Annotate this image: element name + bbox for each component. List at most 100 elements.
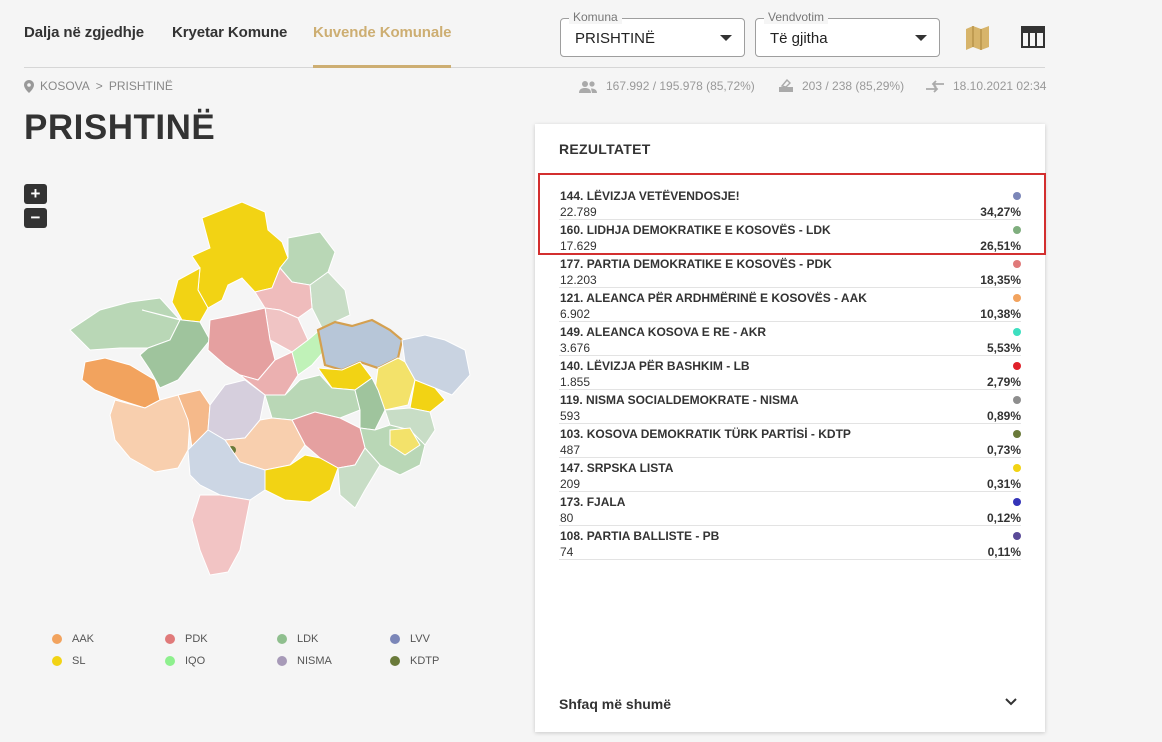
party-name: 103. KOSOVA DEMOKRATIK TÜRK PARTİSİ - KD… bbox=[560, 427, 851, 441]
party-color-dot bbox=[1013, 532, 1021, 540]
legend-item-aak: AAK bbox=[52, 633, 94, 645]
legend-dot bbox=[277, 634, 287, 644]
legend-dot bbox=[390, 656, 400, 666]
party-color-dot bbox=[1013, 430, 1021, 438]
party-votes: 80 bbox=[560, 511, 574, 525]
party-votes: 74 bbox=[560, 545, 574, 559]
party-color-dot bbox=[1013, 328, 1021, 336]
breadcrumb-separator: > bbox=[95, 79, 103, 93]
komuna-select[interactable]: Komuna PRISHTINË bbox=[560, 10, 745, 57]
breadcrumb-city: PRISHTINË bbox=[108, 79, 173, 93]
zoom-in-button[interactable]: + bbox=[24, 184, 47, 204]
people-icon bbox=[579, 80, 597, 93]
party-percent: 2,79% bbox=[986, 375, 1021, 389]
result-row[interactable]: 149. ALEANCA KOSOVA E RE - AKR 3.676 5,53% bbox=[559, 322, 1021, 356]
legend-label: PDK bbox=[185, 633, 208, 645]
stations-stat-value: 203 / 238 (85,29%) bbox=[802, 79, 905, 93]
party-votes: 487 bbox=[560, 443, 581, 457]
party-name: 108. PARTIA BALLISTE - PB bbox=[560, 529, 720, 543]
updated-stat: 18.10.2021 02:34 bbox=[925, 79, 1046, 93]
tab-mayor[interactable]: Kryetar Komune bbox=[172, 24, 287, 41]
map-icon bbox=[966, 26, 989, 50]
party-name: 177. PARTIA DEMOKRATIKE E KOSOVËS - PDK bbox=[560, 257, 832, 271]
map-region[interactable] bbox=[207, 307, 276, 381]
vendvotim-select-label: Vendvotim bbox=[764, 10, 829, 24]
result-row[interactable]: 108. PARTIA BALLISTE - PB 74 0,11% bbox=[559, 526, 1021, 560]
caret-down-icon bbox=[720, 35, 732, 41]
page-title: PRISHTINË bbox=[24, 108, 216, 147]
party-percent: 10,38% bbox=[980, 307, 1021, 321]
voters-stat-value: 167.992 / 195.978 (85,72%) bbox=[606, 79, 755, 93]
party-percent: 5,53% bbox=[986, 341, 1021, 355]
party-percent: 0,31% bbox=[986, 477, 1021, 491]
legend-dot bbox=[390, 634, 400, 644]
legend-dot bbox=[277, 656, 287, 666]
vendvotim-select-value: Të gjitha bbox=[770, 30, 828, 47]
party-name: 149. ALEANCA KOSOVA E RE - AKR bbox=[560, 325, 767, 339]
result-row[interactable]: 177. PARTIA DEMOKRATIKE E KOSOVËS - PDK 1… bbox=[559, 254, 1021, 288]
map-view-button[interactable] bbox=[964, 24, 992, 52]
ballot-box-icon bbox=[779, 79, 793, 92]
zoom-out-button[interactable]: − bbox=[24, 208, 47, 228]
party-percent: 0,73% bbox=[986, 443, 1021, 457]
legend-item-sl: SL bbox=[52, 655, 85, 667]
legend-item-iqo: IQO bbox=[165, 655, 205, 667]
party-votes: 12.203 bbox=[560, 273, 597, 287]
voters-stat: 167.992 / 195.978 (85,72%) bbox=[578, 79, 755, 93]
legend-dot bbox=[165, 634, 175, 644]
party-votes: 6.902 bbox=[560, 307, 591, 321]
party-name: 147. SRPSKA LISTA bbox=[560, 461, 674, 475]
breadcrumb-country[interactable]: KOSOVA bbox=[40, 79, 90, 93]
result-row[interactable]: 119. NISMA SOCIALDEMOKRATE - NISMA 593 0,8… bbox=[559, 390, 1021, 424]
map-region[interactable] bbox=[191, 494, 251, 576]
highlight-box bbox=[538, 173, 1046, 255]
party-color-dot bbox=[1013, 294, 1021, 302]
legend-dot bbox=[52, 656, 62, 666]
party-color-dot bbox=[1013, 396, 1021, 404]
party-votes: 3.676 bbox=[560, 341, 591, 355]
party-color-dot bbox=[1013, 498, 1021, 506]
party-color-dot bbox=[1013, 260, 1021, 268]
legend-item-lvv: LVV bbox=[390, 633, 430, 645]
party-percent: 0,12% bbox=[986, 511, 1021, 525]
komuna-select-label: Komuna bbox=[569, 10, 622, 24]
party-name: 140. LËVIZJA PËR BASHKIM - LB bbox=[560, 359, 750, 373]
legend-label: AAK bbox=[72, 633, 95, 645]
map-region[interactable] bbox=[309, 271, 351, 329]
party-color-dot bbox=[1013, 464, 1021, 472]
map-region[interactable] bbox=[109, 394, 191, 473]
result-row[interactable]: 103. KOSOVA DEMOKRATIK TÜRK PARTİSİ - KD… bbox=[559, 424, 1021, 458]
table-icon bbox=[1021, 26, 1045, 48]
breadcrumb: KOSOVA > PRISHTINË bbox=[24, 79, 173, 93]
active-tab-indicator bbox=[313, 65, 451, 68]
party-votes: 593 bbox=[560, 409, 581, 423]
party-color-dot bbox=[1013, 362, 1021, 370]
legend-label: KDTP bbox=[410, 655, 440, 667]
caret-down-icon bbox=[915, 35, 927, 41]
result-row[interactable]: 121. ALEANCA PËR ARDHMËRINË E KOSOVËS - … bbox=[559, 288, 1021, 322]
show-more-button[interactable]: Shfaq më shumë bbox=[559, 696, 671, 712]
legend-item-kdtp: KDTP bbox=[390, 655, 439, 667]
party-percent: 0,89% bbox=[986, 409, 1021, 423]
result-row[interactable]: 140. LËVIZJA PËR BASHKIM - LB 1.855 2,79% bbox=[559, 356, 1021, 390]
result-row[interactable]: 173. FJALA 80 0,12% bbox=[559, 492, 1021, 526]
party-votes: 209 bbox=[560, 477, 581, 491]
legend-label: NISMA bbox=[297, 655, 332, 667]
tab-turnout[interactable]: Dalja në zgjedhje bbox=[24, 24, 144, 41]
legend-dot bbox=[52, 634, 62, 644]
legend-item-pdk: PDK bbox=[165, 633, 208, 645]
result-row[interactable]: 147. SRPSKA LISTA 209 0,31% bbox=[559, 458, 1021, 492]
table-view-button[interactable] bbox=[1020, 24, 1048, 52]
kosovo-map[interactable] bbox=[60, 190, 480, 590]
party-name: 173. FJALA bbox=[560, 495, 626, 509]
tab-municipal-assembly[interactable]: Kuvende Komunale bbox=[313, 24, 452, 41]
chevron-down-icon[interactable] bbox=[1003, 694, 1019, 710]
legend-item-ldk: LDK bbox=[277, 633, 318, 645]
vendvotim-select[interactable]: Vendvotim Të gjitha bbox=[755, 10, 940, 57]
legend-item-nisma: NISMA bbox=[277, 655, 332, 667]
party-name: 121. ALEANCA PËR ARDHMËRINË E KOSOVËS - … bbox=[560, 291, 867, 305]
party-votes: 1.855 bbox=[560, 375, 591, 389]
compare-arrows-icon bbox=[926, 79, 944, 93]
stations-stat: 203 / 238 (85,29%) bbox=[778, 79, 904, 93]
location-pin-icon bbox=[24, 79, 34, 93]
